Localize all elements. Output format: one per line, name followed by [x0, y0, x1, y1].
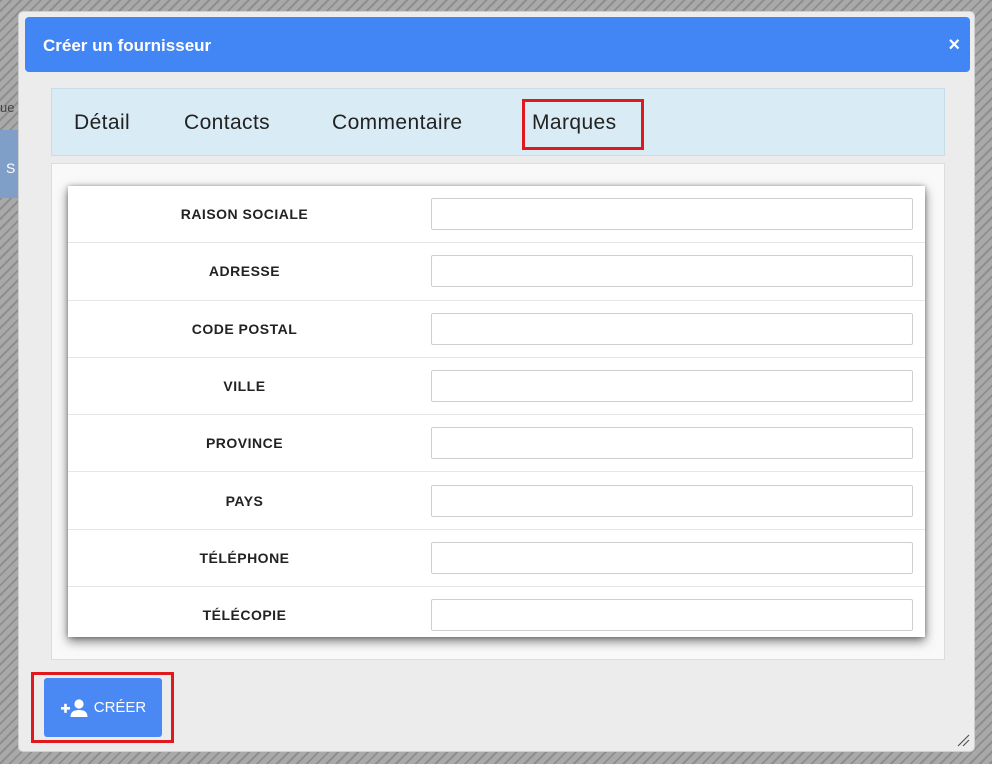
- tab-bar: Détail Contacts Commentaire Marques: [51, 88, 945, 156]
- form-row-ville: VILLE: [68, 358, 925, 416]
- pays-label: PAYS: [225, 492, 264, 509]
- ville-input[interactable]: [431, 370, 913, 403]
- telephone-label: TÉLÉPHONE: [199, 549, 290, 566]
- create-supplier-dialog: Créer un fournisseur × Détail Contacts C…: [18, 11, 975, 752]
- telephone-input[interactable]: [431, 541, 913, 574]
- adresse-input[interactable]: [431, 255, 913, 288]
- tab-detail[interactable]: Détail: [74, 111, 130, 135]
- resize-grip-icon[interactable]: [956, 733, 970, 747]
- tab-commentaire[interactable]: Commentaire: [332, 111, 462, 135]
- form-row-code-postal: CODE POSTAL: [68, 301, 925, 358]
- tab-marques[interactable]: Marques: [532, 111, 617, 135]
- supplier-form: RAISON SOCIALE ADRESSE CODE POSTAL VILLE…: [68, 186, 925, 637]
- form-row-pays: PAYS: [68, 472, 925, 530]
- adresse-label: ADRESSE: [208, 263, 281, 280]
- form-row-adresse: ADRESSE: [68, 243, 925, 301]
- form-row-telephone: TÉLÉPHONE: [68, 530, 925, 588]
- form-row-telecopie: TÉLÉCOPIE: [68, 587, 925, 643]
- telecopie-input[interactable]: [431, 599, 913, 632]
- close-icon[interactable]: ×: [948, 34, 960, 57]
- create-button-label: CRÉER: [93, 699, 147, 716]
- create-button[interactable]: CRÉER: [44, 678, 162, 737]
- raison-sociale-input[interactable]: [431, 198, 913, 231]
- form-row-raison-sociale: RAISON SOCIALE: [68, 186, 925, 244]
- code-postal-input[interactable]: [431, 312, 913, 345]
- dialog-title: Créer un fournisseur: [43, 36, 212, 55]
- tab-panel: RAISON SOCIALE ADRESSE CODE POSTAL VILLE…: [51, 163, 945, 660]
- telecopie-label: TÉLÉCOPIE: [202, 607, 287, 624]
- add-user-icon: [60, 698, 90, 718]
- ville-label: VILLE: [223, 378, 266, 395]
- province-label: PROVINCE: [205, 435, 284, 452]
- tab-contacts[interactable]: Contacts: [184, 111, 270, 135]
- pays-input[interactable]: [431, 484, 913, 517]
- background-text-fragment: ue: [0, 100, 15, 115]
- raison-sociale-label: RAISON SOCIALE: [180, 206, 309, 223]
- form-row-province: PROVINCE: [68, 415, 925, 473]
- code-postal-label: CODE POSTAL: [191, 320, 298, 337]
- province-input[interactable]: [431, 427, 913, 460]
- dialog-titlebar: Créer un fournisseur ×: [25, 17, 970, 72]
